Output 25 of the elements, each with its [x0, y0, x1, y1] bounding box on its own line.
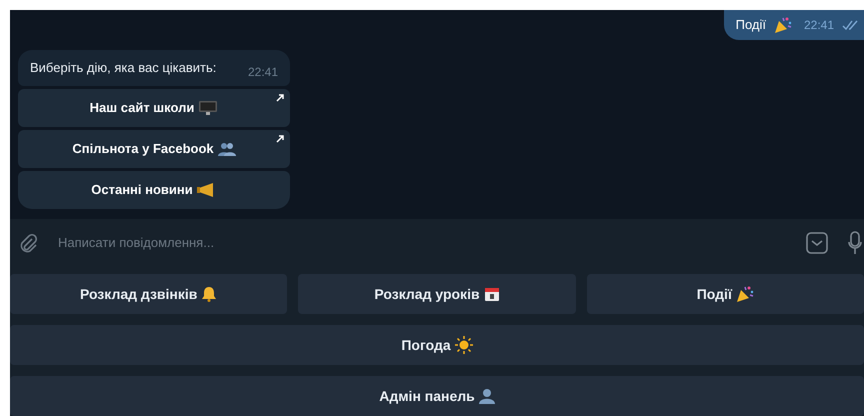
keyboard-button[interactable]: Розклад уроків	[298, 274, 576, 314]
message-input-field[interactable]: Написати повідомлення...	[10, 219, 864, 267]
message-input[interactable]: Написати повідомлення...	[58, 233, 794, 253]
party-popper-icon	[736, 285, 754, 303]
monitor-icon	[198, 100, 218, 116]
sun-icon	[454, 336, 473, 354]
person-icon	[478, 388, 495, 404]
microphone-icon[interactable]	[848, 231, 862, 256]
inline-keyboard-button[interactable]: Останні новини	[18, 171, 290, 209]
inline-keyboard-button[interactable]: Наш сайт школи	[18, 89, 290, 127]
keyboard-button[interactable]: Погода	[10, 325, 864, 365]
calendar-icon	[484, 286, 500, 302]
keyboard-toggle-icon[interactable]	[806, 232, 828, 254]
bell-icon	[201, 286, 218, 302]
message-text: Виберіть дію, яка вас цікавить:	[30, 59, 216, 78]
inline-keyboard-button[interactable]: Спільнота у Facebook	[18, 130, 290, 168]
keyboard-button[interactable]: Розклад дзвінків	[10, 274, 288, 314]
people-icon	[218, 142, 236, 156]
attach-icon[interactable]	[18, 233, 38, 254]
message-text: Події	[736, 16, 766, 34]
keyboard-button[interactable]: Події	[586, 274, 864, 314]
keyboard-button[interactable]: Адмін панель	[10, 376, 864, 416]
message-time: 22:41	[804, 17, 834, 34]
message-time: 22:41	[248, 64, 278, 81]
party-popper-icon	[774, 16, 792, 34]
